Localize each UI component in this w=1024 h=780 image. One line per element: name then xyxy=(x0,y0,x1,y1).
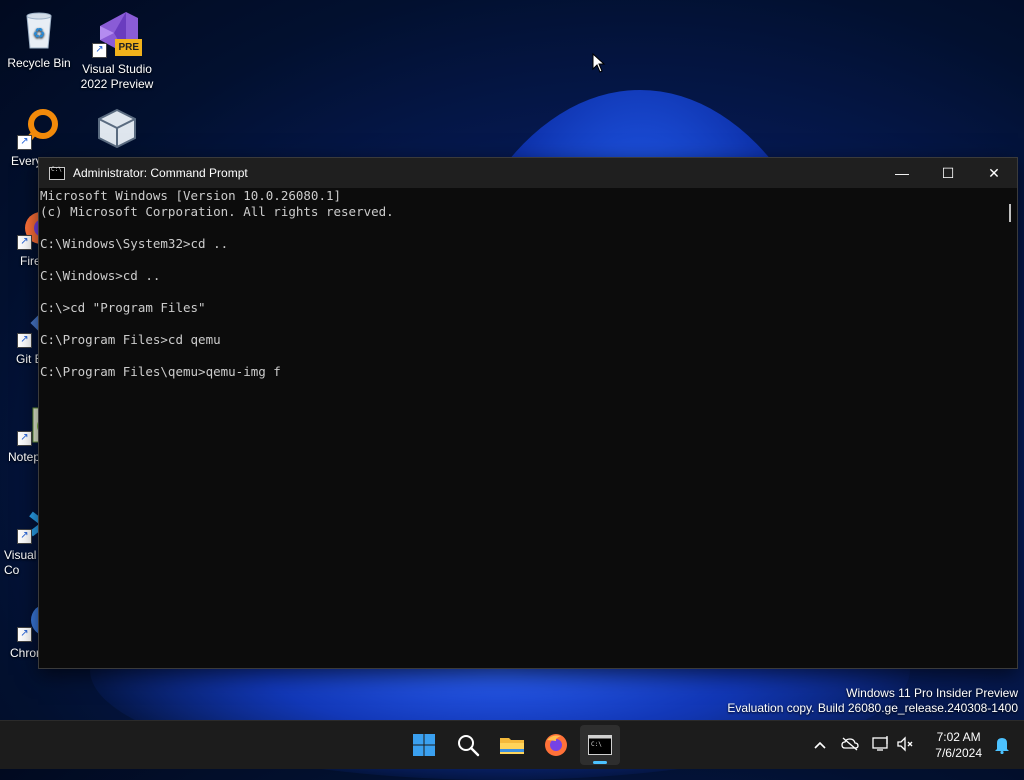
windows-start-icon xyxy=(413,734,435,756)
start-button[interactable] xyxy=(404,725,444,765)
window-title: Administrator: Command Prompt xyxy=(73,166,248,180)
desktop-icon-virtualbox[interactable] xyxy=(78,100,156,154)
windows-watermark: Windows 11 Pro Insider Preview Evaluatio… xyxy=(727,686,1018,716)
vertical-scrollbar[interactable] xyxy=(1003,188,1017,668)
shortcut-arrow-icon: ↗ xyxy=(17,627,32,642)
search-button[interactable] xyxy=(448,725,488,765)
shortcut-arrow-icon: ↗ xyxy=(92,43,107,58)
clock-time: 7:02 AM xyxy=(936,730,981,744)
file-explorer-button[interactable] xyxy=(492,725,532,765)
network-icon[interactable] xyxy=(868,735,894,755)
notification-bell-button[interactable] xyxy=(994,721,1010,769)
svg-text:♻: ♻ xyxy=(33,26,46,42)
shortcut-arrow-icon: ↗ xyxy=(17,135,32,150)
terminal-icon: C:\ xyxy=(588,735,612,755)
svg-text:C:\: C:\ xyxy=(591,741,602,748)
system-tray xyxy=(808,721,916,769)
command-prompt-taskbar-button[interactable]: C:\ xyxy=(580,725,620,765)
desktop-icon-visual-studio[interactable]: PRE ↗ Visual Studio 2022 Preview xyxy=(78,2,156,92)
pre-badge: PRE xyxy=(115,39,142,56)
everything-search-icon: ↗ xyxy=(17,106,61,150)
shortcut-arrow-icon: ↗ xyxy=(17,333,32,348)
close-button[interactable]: ✕ xyxy=(971,158,1017,188)
window-titlebar[interactable]: Administrator: Command Prompt — ☐ ✕ xyxy=(39,158,1017,188)
desktop-icon-label: Recycle Bin xyxy=(7,56,71,70)
volume-muted-icon[interactable] xyxy=(894,735,916,755)
show-hidden-icons-chevron-icon[interactable] xyxy=(808,738,832,752)
firefox-icon xyxy=(545,734,567,756)
folder-icon xyxy=(500,738,524,754)
watermark-edition: Windows 11 Pro Insider Preview xyxy=(846,686,1018,700)
shortcut-arrow-icon: ↗ xyxy=(17,431,32,446)
scrollbar-thumb[interactable] xyxy=(1009,204,1011,222)
command-prompt-window[interactable]: Administrator: Command Prompt — ☐ ✕ Micr… xyxy=(38,157,1018,669)
maximize-button[interactable]: ☐ xyxy=(925,158,971,188)
onedrive-offline-icon[interactable] xyxy=(832,737,868,754)
search-icon xyxy=(458,735,480,757)
watermark-build: Evaluation copy. Build 26080.ge_release.… xyxy=(727,701,1018,715)
clock-date: 7/6/2024 xyxy=(935,746,982,760)
mouse-cursor-icon xyxy=(592,52,606,78)
virtualbox-icon xyxy=(95,106,139,150)
console-output[interactable]: Microsoft Windows [Version 10.0.26080.1]… xyxy=(39,188,1003,668)
taskbar: C:\ 7:02 AM 7/6/2024 xyxy=(0,720,1024,769)
desktop-icon-label: Visual Studio 2022 Preview xyxy=(80,62,154,91)
recycle-bin-icon: ♻ xyxy=(17,8,61,52)
notification-bell-icon xyxy=(995,738,1009,754)
minimize-button[interactable]: — xyxy=(879,158,925,188)
shortcut-arrow-icon: ↗ xyxy=(17,235,32,250)
taskbar-clock[interactable]: 7:02 AM 7/6/2024 xyxy=(935,729,982,761)
visual-studio-preview-icon: PRE ↗ xyxy=(92,8,142,58)
desktop-icon-recycle-bin[interactable]: ♻ Recycle Bin xyxy=(0,2,78,71)
cmd-app-icon xyxy=(49,166,65,180)
shortcut-arrow-icon: ↗ xyxy=(17,529,32,544)
firefox-taskbar-button[interactable] xyxy=(536,725,576,765)
